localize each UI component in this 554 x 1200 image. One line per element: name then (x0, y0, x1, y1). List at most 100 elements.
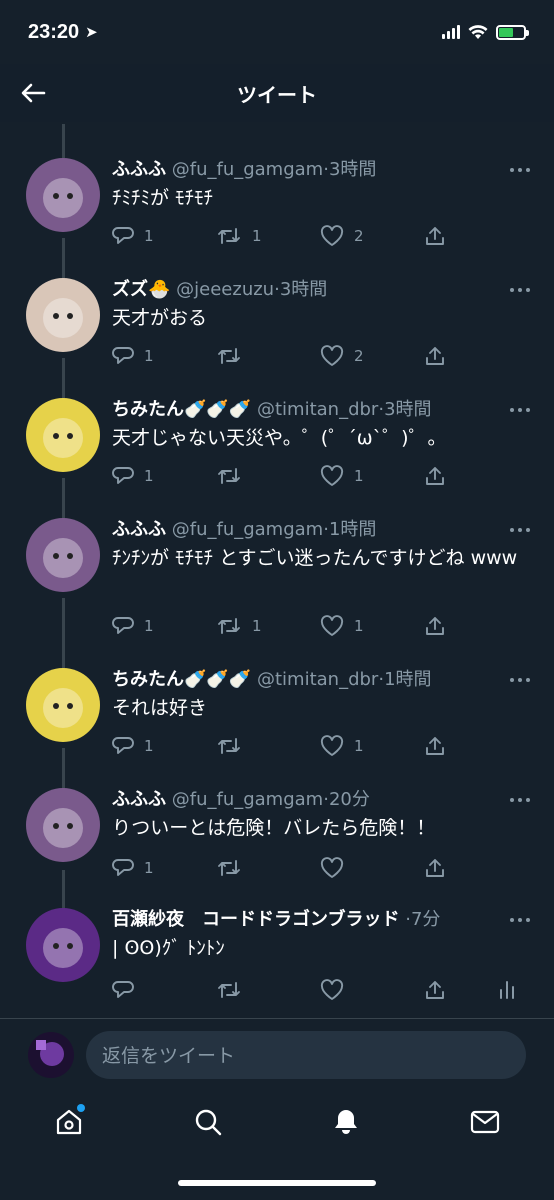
retweet-button[interactable]: 1 (216, 615, 320, 637)
more-options-button[interactable] (510, 518, 534, 542)
tweet-body: 百瀬紗夜 コードドラゴンブラッド ·7分 | ʘʘ)ｸﾞ ﾄﾝﾄﾝ (112, 908, 534, 963)
avatar[interactable] (26, 788, 100, 862)
avatar[interactable] (28, 1031, 74, 1078)
reply-bar: 返信をツイート (0, 1018, 554, 1090)
user-handle[interactable]: @jeeezuzu (176, 279, 274, 300)
user-handle[interactable]: @timitan_dbr (257, 399, 378, 420)
share-icon (426, 467, 444, 485)
tweet-body: ズズ🐣 @jeeezuzu·3時間 天才がおる (112, 278, 534, 333)
reply-button[interactable] (112, 979, 216, 1001)
avatar[interactable] (26, 668, 100, 742)
avatar[interactable] (26, 908, 100, 982)
like-button[interactable]: 1 (320, 615, 424, 637)
avatar[interactable] (26, 158, 100, 232)
share-icon (426, 981, 444, 999)
heart-icon (320, 615, 344, 636)
share-icon (426, 227, 444, 245)
tweet-text: ﾁﾝﾁﾝが ﾓﾁﾓﾁ とすごい迷ったんですけどね www (112, 547, 518, 569)
tweet-text: それは好き (112, 697, 208, 719)
reply-button[interactable]: 1 (112, 465, 216, 487)
reply-button[interactable]: 1 (112, 225, 216, 247)
more-options-button[interactable] (510, 158, 534, 182)
like-count: 2 (354, 347, 364, 365)
share-button[interactable] (424, 345, 446, 367)
timestamp: 3時間 (328, 159, 377, 180)
user-handle[interactable]: @fu_fu_gamgam (172, 519, 323, 540)
like-button[interactable]: 2 (320, 225, 424, 247)
like-button[interactable] (320, 857, 424, 879)
like-count: 2 (354, 227, 364, 245)
reply-icon (112, 981, 134, 998)
avatar[interactable] (26, 518, 100, 592)
tab-bar (0, 1090, 554, 1154)
tweet-actions: 12 (112, 344, 462, 368)
tab-notifications[interactable] (324, 1100, 368, 1144)
reply-count: 1 (144, 617, 154, 635)
retweet-button[interactable] (216, 735, 320, 757)
retweet-button[interactable] (216, 979, 320, 1001)
home-indicator[interactable] (178, 1180, 376, 1186)
avatar[interactable] (26, 398, 100, 472)
avatar[interactable] (26, 278, 100, 352)
share-button[interactable] (424, 735, 446, 757)
retweet-button[interactable]: 1 (216, 225, 320, 247)
user-handle[interactable]: @fu_fu_gamgam (172, 159, 323, 180)
timestamp: 3時間 (279, 279, 328, 300)
thread-line (62, 870, 65, 912)
user-handle[interactable]: @timitan_dbr (257, 669, 378, 690)
share-button[interactable] (424, 615, 446, 637)
mail-icon (470, 1110, 499, 1134)
more-options-button[interactable] (510, 908, 534, 932)
battery-icon (496, 24, 529, 40)
share-button[interactable] (424, 857, 446, 879)
reply-placeholder: 返信をツイート (102, 1045, 236, 1067)
back-button[interactable] (18, 78, 48, 108)
reply-button[interactable]: 1 (112, 615, 216, 637)
display-name[interactable]: 百瀬紗夜 コードドラゴンブラッド (112, 909, 399, 930)
more-options-button[interactable] (510, 398, 534, 422)
tab-messages[interactable] (463, 1100, 507, 1144)
reply-button[interactable]: 1 (112, 345, 216, 367)
like-button[interactable]: 1 (320, 465, 424, 487)
tab-home[interactable] (47, 1100, 91, 1144)
like-count: 1 (354, 467, 364, 485)
share-button[interactable] (424, 225, 446, 247)
display-name[interactable]: ちみたん🍼🍼🍼 (112, 399, 251, 420)
like-button[interactable]: 1 (320, 735, 424, 757)
tweet-text: ﾁﾐﾁﾐが ﾓﾁﾓﾁ (112, 187, 214, 209)
tweet-text: 天才がおる (112, 307, 208, 329)
retweet-count: 1 (252, 617, 262, 635)
reply-icon (112, 347, 134, 364)
more-options-button[interactable] (510, 278, 534, 302)
status-bar: 23:20 ➤ (0, 0, 554, 64)
reply-button[interactable]: 1 (112, 857, 216, 879)
retweet-button[interactable] (216, 857, 320, 879)
tweet-text: | ʘʘ)ｸﾞ ﾄﾝﾄﾝ (112, 937, 225, 959)
share-icon (426, 617, 444, 635)
share-button[interactable] (424, 979, 446, 1001)
location-arrow-icon: ➤ (85, 24, 98, 41)
more-options-button[interactable] (510, 668, 534, 692)
share-button[interactable] (424, 465, 446, 487)
tab-search[interactable] (186, 1100, 230, 1144)
retweet-button[interactable] (216, 465, 320, 487)
display-name[interactable]: ふふふ (112, 519, 166, 540)
display-name[interactable]: ふふふ (112, 789, 166, 810)
reply-input[interactable]: 返信をツイート (86, 1030, 526, 1079)
like-count: 1 (354, 737, 364, 755)
like-button[interactable] (320, 979, 424, 1001)
more-options-button[interactable] (510, 788, 534, 812)
display-name[interactable]: ちみたん🍼🍼🍼 (112, 669, 251, 690)
share-icon (426, 737, 444, 755)
retweet-icon (218, 982, 240, 998)
tweet-meta: ふふふ @fu_fu_gamgam·1時間 (112, 518, 534, 542)
like-button[interactable]: 2 (320, 345, 424, 367)
user-handle[interactable]: @fu_fu_gamgam (172, 789, 323, 810)
display-name[interactable]: ズズ🐣 (112, 279, 170, 300)
heart-icon (320, 857, 344, 878)
tweet-meta: ズズ🐣 @jeeezuzu·3時間 (112, 278, 534, 302)
display-name[interactable]: ふふふ (112, 159, 166, 180)
retweet-button[interactable] (216, 345, 320, 367)
reply-button[interactable]: 1 (112, 735, 216, 757)
analytics-button[interactable] (498, 978, 516, 1004)
